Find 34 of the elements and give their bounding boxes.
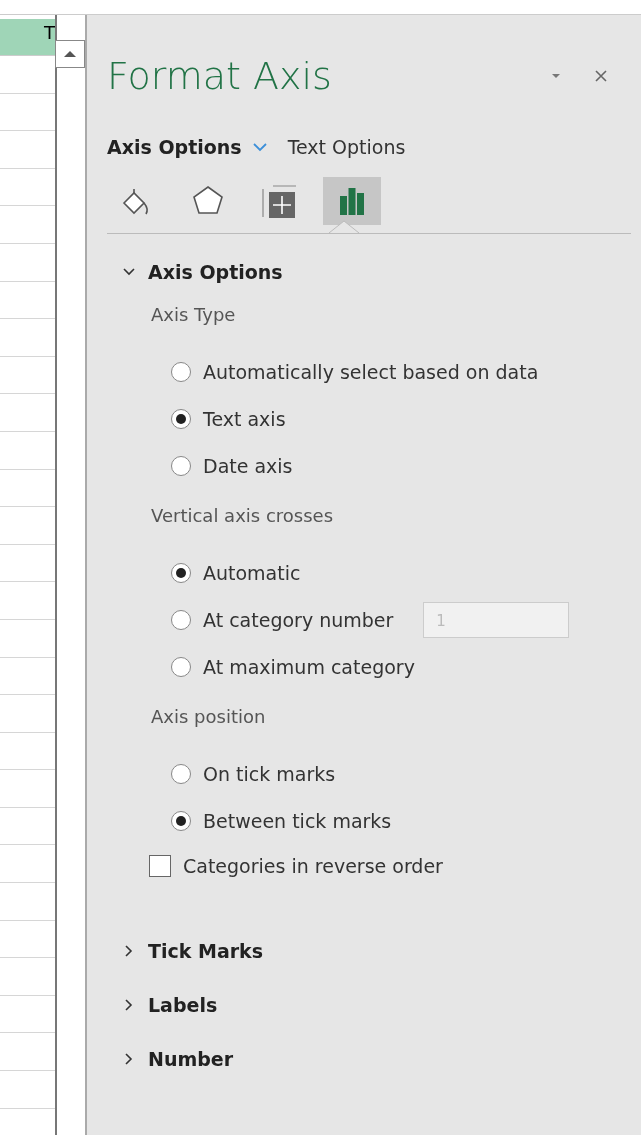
checkbox-label[interactable]: Categories in reverse order [183,855,443,877]
scroll-up-icon[interactable] [55,40,85,68]
radio-button[interactable] [171,609,191,630]
radio-button[interactable] [171,810,191,831]
column-header: T [0,19,55,56]
group-heading: Axis Type [151,303,237,327]
section-header[interactable]: Axis Options [107,252,641,292]
group-heading: Vertical axis crosses [151,504,334,528]
dropdown-icon[interactable] [551,73,561,79]
radio-button[interactable] [171,562,191,583]
radio-label[interactable]: Automatic [203,561,301,584]
radio-button[interactable] [171,763,191,784]
checkbox[interactable] [149,855,171,877]
radio-label[interactable]: At maximum category [203,655,415,678]
radio-button[interactable] [171,361,191,382]
close-icon[interactable] [595,70,607,82]
radio-label[interactable]: Date axis [203,454,293,477]
radio-button[interactable] [171,455,191,476]
options-tab[interactable]: Axis Options [107,136,242,158]
section-header[interactable]: Number [107,1032,641,1086]
radio-button[interactable] [171,656,191,677]
options-tab[interactable]: Text Options [287,136,406,158]
panel-title: Format Axis [107,54,333,98]
section-header[interactable]: Tick Marks [107,924,641,978]
radio-label[interactable]: Between tick marks [203,809,392,832]
chevron-icon[interactable] [251,142,268,152]
radio-label[interactable]: Automatically select based on data [203,360,539,383]
chart-tab[interactable] [323,177,381,225]
radio-label[interactable]: At category number [203,608,394,631]
radio-label[interactable]: Text axis [203,407,286,430]
radio-label[interactable]: On tick marks [203,762,336,785]
group-heading: Axis position [151,705,267,729]
section-header[interactable]: Labels [107,978,641,1032]
radio-button[interactable] [171,408,191,429]
